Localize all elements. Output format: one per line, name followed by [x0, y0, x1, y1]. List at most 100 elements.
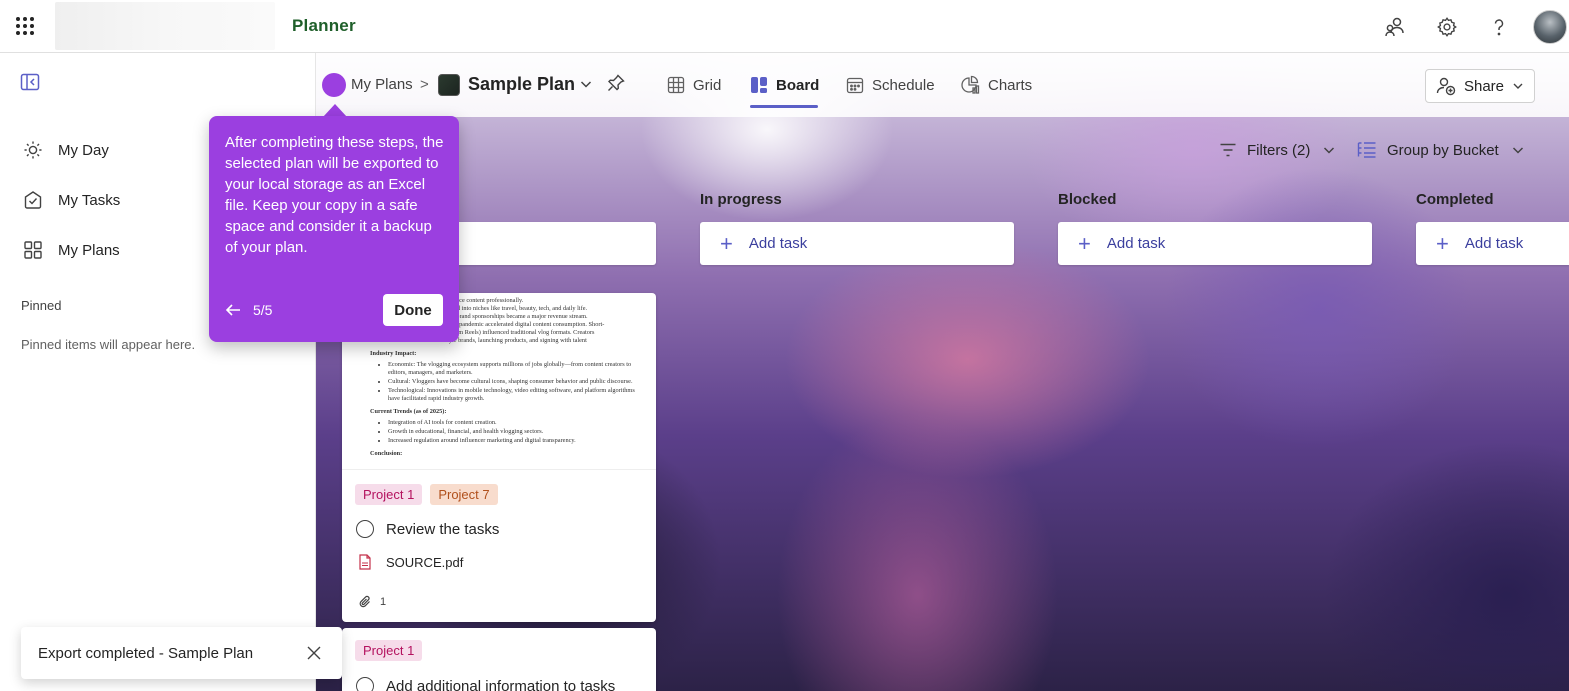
add-task-button-completed[interactable]: + Add task: [1416, 222, 1569, 265]
plan-header: My Plans > Sample Plan Grid Board Schedu…: [316, 53, 1569, 117]
preview-heading: Industry Impact:: [370, 350, 417, 357]
done-button[interactable]: Done: [383, 294, 443, 326]
nav-item-my-day[interactable]: My Day: [20, 134, 109, 166]
share-person-icon: [1436, 76, 1456, 96]
chevron-down-icon: [580, 81, 592, 88]
preview-heading: Conclusion:: [370, 450, 403, 457]
pin-plan-button[interactable]: [606, 73, 626, 98]
calendar-icon: [846, 76, 864, 94]
collapse-panel-icon: [20, 73, 40, 91]
toast-message: Export completed - Sample Plan: [38, 644, 254, 662]
task-card[interactable]: to produce content professionally. versi…: [342, 293, 656, 622]
preview-list-item: Growth in educational, financial, and he…: [388, 428, 646, 436]
share-button[interactable]: Share: [1425, 69, 1535, 103]
filters-label: Filters (2): [1247, 141, 1311, 159]
top-actions: [1369, 0, 1569, 53]
dismiss-toast-button[interactable]: [304, 643, 324, 663]
nav-item-label: My Tasks: [58, 191, 121, 209]
pinned-empty-message: Pinned items will appear here.: [21, 337, 196, 352]
tab-board[interactable]: Board: [750, 73, 819, 97]
preview-list: Economic: The vlogging ecosystem support…: [388, 361, 646, 403]
group-list-icon: [1357, 141, 1377, 159]
preview-list-item: Integration of AI tools for content crea…: [388, 419, 646, 427]
app-title: Planner: [292, 16, 356, 35]
plan-name[interactable]: Sample Plan: [468, 74, 575, 95]
tab-grid[interactable]: Grid: [667, 73, 721, 97]
attachment-count: 1: [358, 595, 386, 609]
attachment-count-value: 1: [380, 596, 387, 608]
export-toast: Export completed - Sample Plan: [21, 627, 342, 679]
pdf-file-icon: [358, 554, 372, 570]
preview-list: Integration of AI tools for content crea…: [388, 419, 646, 445]
nav-item-my-plans[interactable]: My Plans: [20, 234, 120, 266]
bucket-title-in-progress: In progress: [700, 191, 782, 208]
waffle-icon: [16, 17, 34, 35]
plans-icon: [20, 238, 46, 262]
help-icon: [1494, 18, 1504, 35]
plan-board-area: My Plans > Sample Plan Grid Board Schedu…: [316, 53, 1569, 691]
label-tag: Project 7: [430, 484, 498, 505]
organization-logo: [55, 2, 275, 50]
attachment-name: SOURCE.pdf: [386, 554, 464, 570]
plan-menu-button[interactable]: [579, 77, 593, 96]
plus-icon: +: [720, 230, 733, 256]
add-task-button-in-progress[interactable]: + Add task: [700, 222, 1014, 265]
top-app-bar: Planner: [0, 0, 1569, 53]
active-tab-indicator: [750, 105, 818, 108]
bucket-title-blocked: Blocked: [1058, 191, 1117, 208]
complete-task-checkbox[interactable]: [356, 520, 374, 538]
pinned-section-title: Pinned: [21, 298, 62, 313]
tab-charts[interactable]: Charts: [960, 73, 1032, 97]
teaching-bubble: After completing these steps, the select…: [209, 116, 459, 342]
tab-label: Charts: [988, 76, 1033, 94]
task-title-row: Add additional information to tasks: [356, 677, 615, 691]
tab-label: Grid: [693, 76, 722, 94]
add-task-button-blocked[interactable]: + Add task: [1058, 222, 1372, 265]
people-button[interactable]: [1369, 0, 1421, 53]
attachment-link[interactable]: SOURCE.pdf: [358, 554, 463, 570]
breadcrumb-my-plans[interactable]: My Plans: [351, 76, 413, 93]
sun-icon: [20, 138, 46, 162]
task-title[interactable]: Add additional information to tasks: [386, 678, 615, 691]
close-icon: [307, 646, 321, 660]
task-title-row: Review the tasks: [356, 520, 499, 538]
tasks-icon: [20, 188, 46, 212]
previous-step-button[interactable]: [223, 300, 243, 320]
people-icon: [1385, 17, 1404, 36]
arrow-left-icon: [225, 304, 240, 316]
chevron-down-icon: [1511, 143, 1525, 157]
avatar[interactable]: [1533, 9, 1567, 44]
grid-icon: [667, 76, 685, 94]
help-button[interactable]: [1473, 0, 1525, 53]
filters-button[interactable]: Filters (2): [1219, 138, 1336, 162]
charts-icon: [960, 75, 980, 95]
board-icon: [750, 76, 768, 94]
app-launcher-button[interactable]: [0, 0, 50, 53]
add-task-label: Add task: [1464, 235, 1524, 252]
filter-icon: [1219, 142, 1237, 158]
preview-list-item: Increased regulation around influencer m…: [388, 437, 646, 445]
settings-button[interactable]: [1421, 0, 1473, 53]
chevron-down-icon: [1512, 80, 1524, 92]
tab-schedule[interactable]: Schedule: [846, 73, 935, 97]
complete-task-checkbox[interactable]: [356, 677, 374, 691]
add-task-label: Add task: [748, 235, 808, 252]
collapse-nav-button[interactable]: [20, 73, 44, 95]
preview-list-item: Technological: Innovations in mobile tec…: [388, 387, 646, 403]
group-by-label: Group by Bucket: [1387, 141, 1499, 159]
task-labels: Project 1: [355, 640, 423, 661]
pin-icon: [608, 74, 625, 91]
task-card[interactable]: Project 1 Add additional information to …: [342, 628, 656, 691]
plus-icon: +: [1436, 230, 1449, 256]
group-by-button[interactable]: Group by Bucket: [1357, 138, 1525, 162]
plan-icon: [438, 74, 460, 96]
bucket-title-completed: Completed: [1416, 191, 1494, 208]
teaching-bubble-text: After completing these steps, the select…: [225, 134, 444, 256]
preview-list-item: Cultural: Vloggers have become cultural …: [388, 378, 646, 386]
preview-list-item: Economic: The vlogging ecosystem support…: [388, 361, 646, 377]
paperclip-icon: [358, 595, 372, 609]
gear-icon: [1437, 16, 1457, 37]
task-labels: Project 1 Project 7: [355, 484, 498, 505]
task-title[interactable]: Review the tasks: [386, 521, 499, 538]
nav-item-my-tasks[interactable]: My Tasks: [20, 184, 120, 216]
